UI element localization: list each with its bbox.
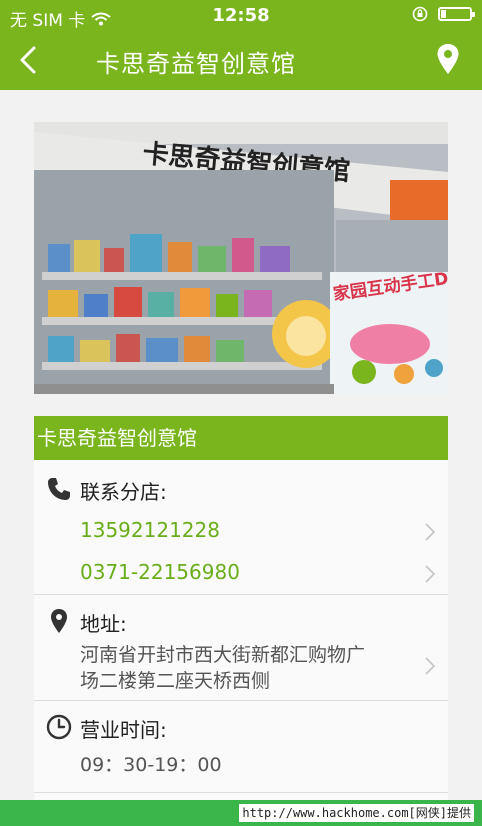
- store-info-card: 联系分店: 13592121228 0371-22156980 地址: 河南省开…: [34, 460, 448, 800]
- nav-bar: 卡思奇益智创意馆: [0, 30, 482, 90]
- storefront-illustration: 卡思奇益智创意馆 家园互动手工DIY: [34, 122, 448, 394]
- chevron-right-icon[interactable]: [424, 656, 436, 676]
- address-line-2[interactable]: 场二楼第二座天桥西侧: [80, 668, 270, 694]
- page-title: 卡思奇益智创意馆: [96, 50, 296, 78]
- status-bar: 无 SIM 卡 12:58: [0, 0, 482, 31]
- storefront-photo: 卡思奇益智创意馆 家园互动手工DIY: [34, 122, 448, 394]
- location-pin-icon: [51, 609, 67, 633]
- clock: 12:58: [212, 5, 270, 26]
- chevron-right-icon[interactable]: [424, 522, 436, 542]
- chevron-right-icon[interactable]: [424, 564, 436, 584]
- store-detail: 卡思奇益智创意馆 家园互动手工DIY 卡思奇益智创意馆 联系分店: 135921…: [0, 90, 482, 800]
- divider: [34, 700, 448, 701]
- battery-level: [441, 10, 446, 18]
- clock-icon: [46, 714, 72, 740]
- divider: [34, 792, 448, 793]
- address-label: 地址:: [80, 612, 127, 636]
- footer-bar: http://www.hackhome.com[网侠]提供: [0, 800, 482, 826]
- divider: [34, 594, 448, 595]
- battery-icon: [438, 7, 475, 21]
- contact-label: 联系分店:: [80, 480, 167, 504]
- hours-value: 09：30-19：00: [80, 754, 222, 776]
- phone-number-2[interactable]: 0371-22156980: [80, 560, 240, 584]
- store-name-header: 卡思奇益智创意馆: [34, 416, 448, 460]
- address-line-1[interactable]: 河南省开封市西大街新都汇购物广: [80, 642, 365, 668]
- phone-number-1[interactable]: 13592121228: [80, 518, 220, 542]
- back-chevron-icon[interactable]: [14, 44, 44, 76]
- watermark-text: http://www.hackhome.com[网侠]提供: [239, 804, 474, 822]
- hours-label: 营业时间:: [80, 718, 167, 742]
- status-icons: [412, 6, 475, 22]
- map-pin-icon[interactable]: [436, 43, 460, 75]
- phone-icon: [48, 478, 70, 500]
- rotation-lock-icon: [412, 6, 428, 22]
